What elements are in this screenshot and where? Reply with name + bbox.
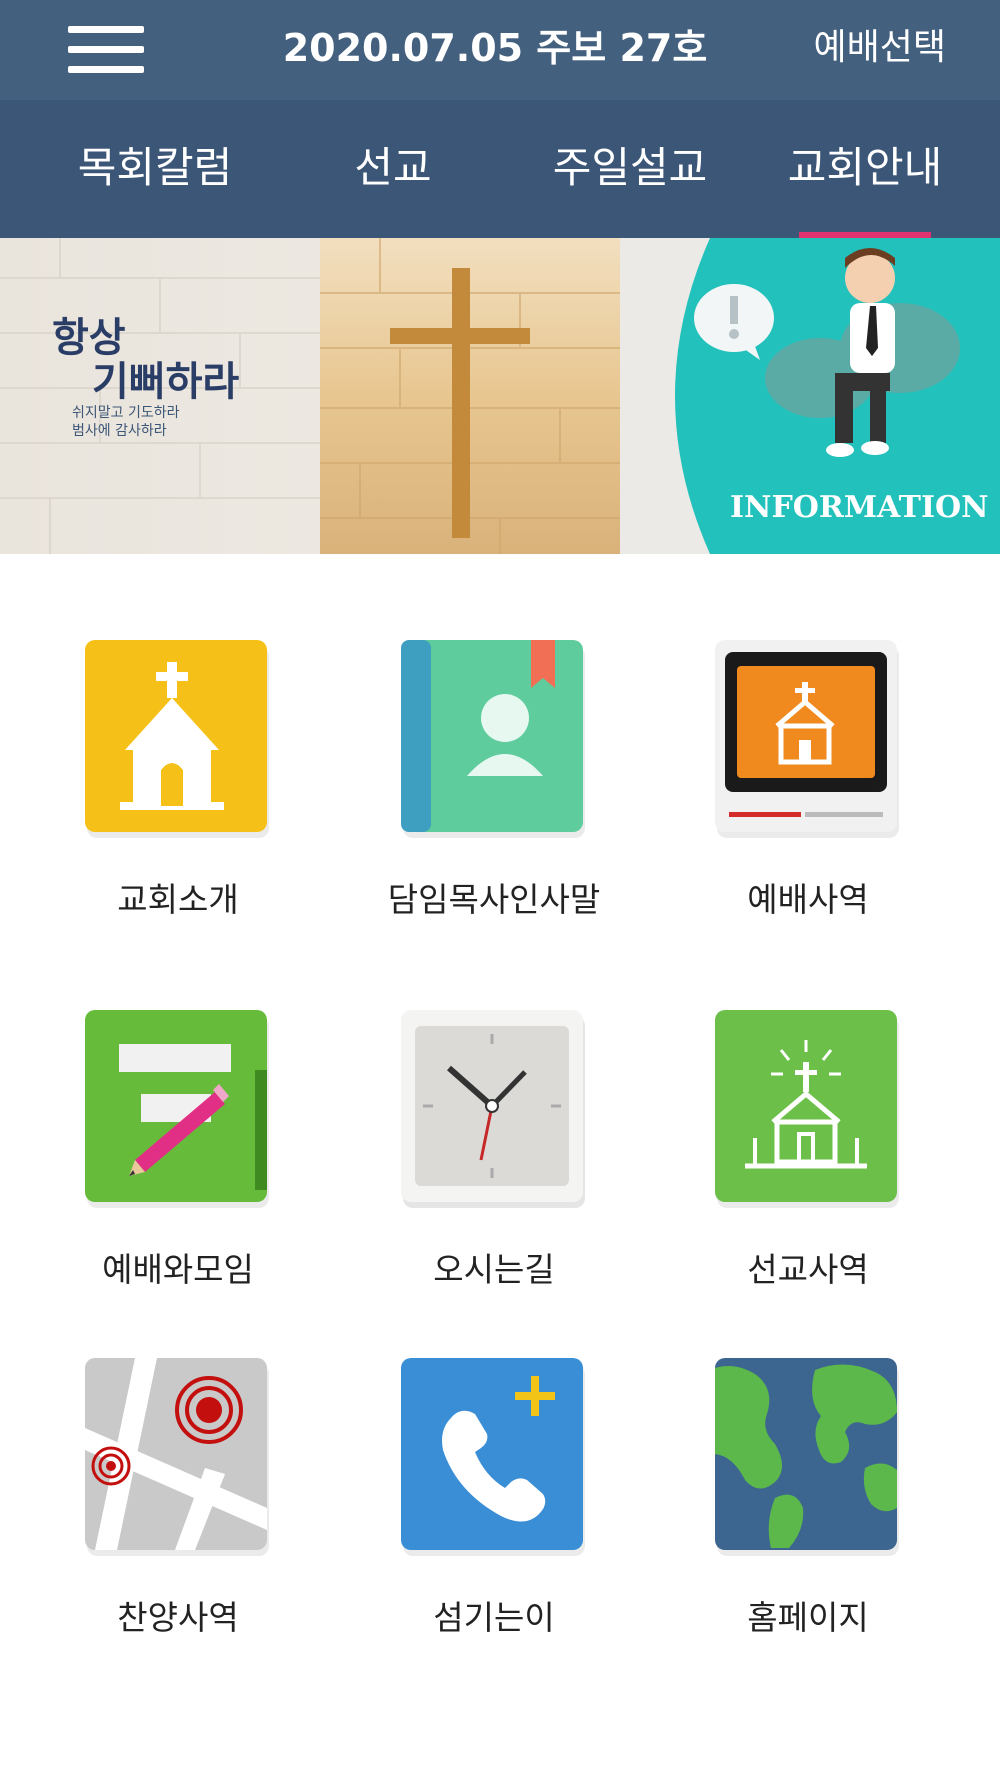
phone-add-icon	[401, 1358, 587, 1558]
menu-worship-ministry[interactable]: 예배사역	[688, 640, 928, 922]
globe-icon	[715, 1358, 901, 1558]
note-pencil-icon	[85, 1010, 271, 1210]
menu-label: 오시는길	[433, 1250, 555, 1289]
menu-label: 섬기는이	[433, 1598, 555, 1637]
tab-pastor-column[interactable]: 목회칼럼	[30, 100, 280, 238]
menu-icon[interactable]	[68, 24, 144, 74]
menu-label: 선교사역	[747, 1250, 869, 1289]
video-church-icon	[715, 640, 901, 840]
menu-label: 교회소개	[117, 880, 239, 919]
bulletin-title: 2020.07.05 주보 27호	[282, 26, 708, 70]
menu-directions[interactable]: 오시는길	[374, 1010, 614, 1292]
tab-mission[interactable]: 선교	[268, 100, 518, 238]
worship-select-button[interactable]: 예배선택	[814, 22, 946, 74]
menu-praise-ministry[interactable]: 찬양사역	[58, 1358, 298, 1640]
menu-label: 홈페이지	[747, 1598, 869, 1637]
tab-church-info[interactable]: 교회안내	[740, 100, 990, 238]
menu-label: 찬양사역	[117, 1598, 239, 1637]
menu-mission-ministry[interactable]: 선교사역	[688, 1010, 928, 1292]
banner: 항상 기뻐하라 쉬지말고 기도하라 범사에 감사하라 INFORMATION	[0, 238, 1000, 554]
church-icon	[85, 640, 271, 840]
menu-pastor-greeting[interactable]: 담임목사인사말	[374, 640, 614, 922]
clock-icon	[401, 1010, 587, 1210]
menu-label: 담임목사인사말	[387, 880, 601, 919]
menu-label: 예배와모임	[102, 1250, 254, 1289]
church-light-icon	[715, 1010, 901, 1210]
menu-servants[interactable]: 섬기는이	[374, 1358, 614, 1640]
menu-label: 예배사역	[747, 880, 869, 919]
tab-sunday-sermon[interactable]: 주일설교	[505, 100, 755, 238]
top-bar: 2020.07.05 주보 27호 예배선택	[0, 0, 1000, 100]
menu-worship-gatherings[interactable]: 예배와모임	[58, 1010, 298, 1292]
banner-calligraphy: 항상 기뻐하라 쉬지말고 기도하라 범사에 감사하라	[52, 314, 240, 440]
banner-info-text: INFORMATION	[730, 490, 989, 525]
contact-book-icon	[401, 640, 587, 840]
menu-church-intro[interactable]: 교회소개	[58, 640, 298, 922]
map-pin-icon	[85, 1358, 271, 1558]
tab-bar: 목회칼럼 선교 주일설교 교회안내	[0, 100, 1000, 238]
menu-homepage[interactable]: 홈페이지	[688, 1358, 928, 1640]
